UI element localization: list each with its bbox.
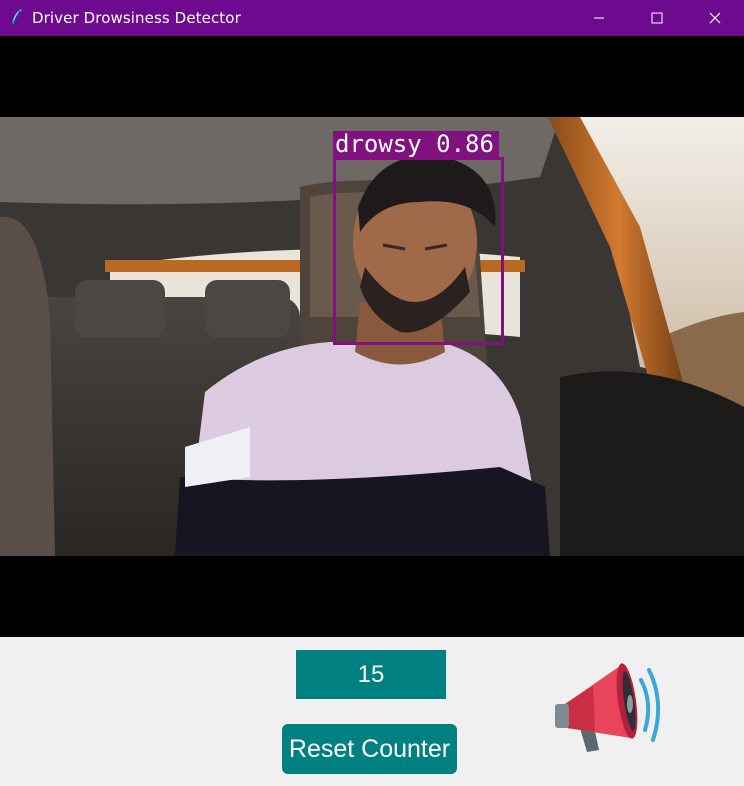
drowsiness-counter: 15 (296, 650, 446, 699)
detection-label: drowsy 0.86 (333, 131, 499, 158)
window-title: Driver Drowsiness Detector (32, 9, 241, 27)
video-feed: drowsy 0.86 (0, 36, 744, 637)
close-icon (709, 12, 721, 24)
maximize-icon (651, 12, 663, 24)
reset-counter-button[interactable]: Reset Counter (282, 724, 457, 774)
feather-icon (11, 8, 23, 26)
detection-bounding-box (333, 157, 504, 345)
close-button[interactable] (686, 0, 744, 36)
minimize-button[interactable] (570, 0, 628, 36)
maximize-button[interactable] (628, 0, 686, 36)
megaphone-icon (555, 663, 661, 752)
title-bar: Driver Drowsiness Detector (0, 0, 744, 36)
minimize-icon (594, 17, 604, 19)
